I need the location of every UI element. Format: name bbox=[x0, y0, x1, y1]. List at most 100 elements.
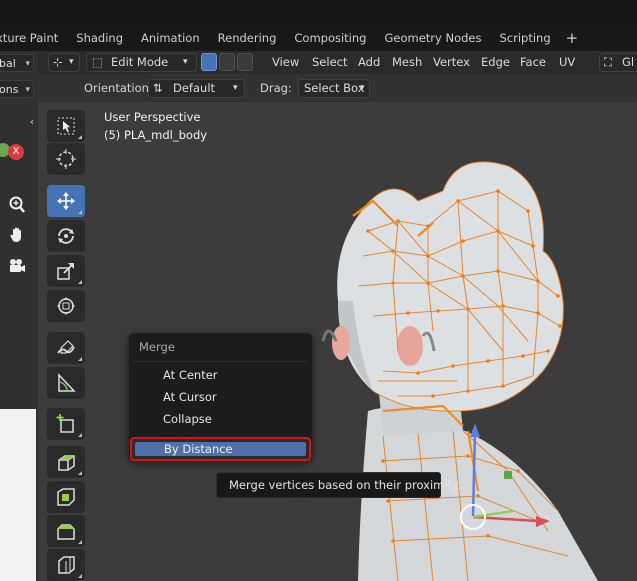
tool-extrude[interactable] bbox=[47, 446, 85, 478]
tooltip: Merge vertices based on their proximity. bbox=[216, 472, 461, 498]
menu-select[interactable]: Select bbox=[312, 54, 347, 71]
menu-item-at-cursor[interactable]: At Cursor bbox=[163, 387, 217, 407]
drag-label: Drag: bbox=[260, 81, 292, 95]
chevron-down-icon: ▾ bbox=[233, 83, 238, 93]
axis-x-gizmo-icon[interactable]: X bbox=[8, 144, 24, 160]
measure-icon bbox=[58, 373, 76, 392]
tool-bevel[interactable] bbox=[47, 515, 85, 547]
tab-rendering[interactable]: Rendering bbox=[209, 28, 286, 48]
menu-add[interactable]: Add bbox=[358, 54, 380, 71]
tool-annotate[interactable] bbox=[47, 332, 85, 364]
tool-move[interactable] bbox=[47, 185, 85, 217]
tool-transform[interactable] bbox=[47, 290, 85, 322]
annotate-icon bbox=[57, 340, 75, 354]
orientation-dropdown[interactable]: ⇅ Default ▾ bbox=[148, 79, 245, 98]
tool-options-corner bbox=[78, 471, 82, 475]
object-name-label: (5) PLA_mdl_body bbox=[104, 128, 208, 142]
mode-dropdown[interactable]: ⬚ Edit Mode ▾ bbox=[86, 53, 197, 72]
left-dropdown-2[interactable]: ons ▾ bbox=[0, 80, 34, 98]
tool-options-corner bbox=[78, 135, 82, 139]
tool-options-corner bbox=[78, 433, 82, 437]
tool-options-corner bbox=[78, 357, 82, 361]
left-dropdown-2-value: ons bbox=[0, 83, 19, 96]
tool-loop-cut[interactable] bbox=[47, 549, 85, 581]
tool-measure[interactable] bbox=[47, 367, 85, 399]
chevron-down-icon: ▾ bbox=[25, 85, 30, 95]
select-box-icon bbox=[57, 117, 75, 135]
mode-label: Edit Mode bbox=[111, 55, 169, 69]
tab-geometry-nodes[interactable]: Geometry Nodes bbox=[375, 28, 490, 48]
global-icon: ⛶ bbox=[604, 55, 613, 69]
bevel-icon bbox=[57, 524, 75, 540]
tool-settings-header: Orientation: ⇅ Default ▾ Drag: Select Bo… bbox=[38, 74, 637, 102]
left-dropdown-1[interactable]: bal ▾ bbox=[0, 54, 34, 72]
menu-divider bbox=[133, 361, 308, 362]
tool-options-corner bbox=[78, 210, 82, 214]
orientation-icon: ⇅ bbox=[153, 81, 163, 95]
menu-item-by-distance[interactable]: By Distance bbox=[130, 437, 311, 461]
tool-inset[interactable] bbox=[47, 481, 85, 513]
menu-vertex[interactable]: Vertex bbox=[433, 54, 470, 71]
chevron-down-icon: ▾ bbox=[183, 57, 188, 67]
menu-edge[interactable]: Edge bbox=[481, 54, 510, 71]
drag-dropdown[interactable]: Select Box ▾ bbox=[298, 79, 370, 98]
move-icon bbox=[57, 192, 75, 210]
editor-type-button[interactable]: ⊹ ▾ bbox=[48, 53, 80, 72]
menu-uv[interactable]: UV bbox=[559, 54, 575, 71]
merge-menu-title: Merge bbox=[139, 340, 175, 354]
viewport-header: ⊹ ▾ ⬚ Edit Mode ▾ View Select Add Mesh V… bbox=[38, 51, 637, 74]
left-editor-panel: bal ▾ ons ▾ ‹ X bbox=[0, 51, 38, 581]
chevron-down-icon: ▾ bbox=[360, 83, 365, 93]
transform-orientation-button[interactable]: ⛶ Gl bbox=[599, 53, 637, 72]
tool-add-cube[interactable] bbox=[47, 408, 85, 440]
zoom-icon[interactable] bbox=[6, 194, 28, 216]
collapse-arrow-icon[interactable]: ‹ bbox=[30, 117, 34, 128]
left-dropdown-1-value: bal bbox=[0, 57, 16, 70]
chevron-down-icon: ▾ bbox=[25, 59, 30, 69]
tab-animation[interactable]: Animation bbox=[132, 28, 209, 48]
menu-item-collapse[interactable]: Collapse bbox=[163, 409, 212, 429]
tool-options-corner bbox=[78, 540, 82, 544]
tab-scripting[interactable]: Scripting bbox=[490, 28, 559, 48]
tool-select-box[interactable] bbox=[47, 110, 85, 142]
edge-select-mode-icon[interactable] bbox=[219, 53, 235, 71]
pan-hand-icon[interactable] bbox=[6, 224, 28, 246]
title-strip bbox=[0, 0, 637, 22]
view-perspective-label: User Perspective bbox=[104, 110, 201, 124]
face-select-mode-icon[interactable] bbox=[237, 53, 253, 71]
workspace-tabs: xture Paint Shading Animation Rendering … bbox=[0, 28, 584, 48]
add-workspace-icon[interactable]: + bbox=[560, 29, 585, 47]
vertex-select-mode-icon[interactable] bbox=[201, 53, 217, 71]
loop-cut-icon bbox=[58, 556, 75, 574]
workspace-tab-bar: xture Paint Shading Animation Rendering … bbox=[0, 0, 637, 51]
menu-mesh[interactable]: Mesh bbox=[392, 54, 422, 71]
edit-mode-icon: ⬚ bbox=[92, 55, 103, 69]
tab-shading[interactable]: Shading bbox=[67, 28, 132, 48]
extrude-icon bbox=[58, 455, 75, 471]
axis-icon: ⊹ bbox=[53, 55, 63, 69]
chevron-down-icon: ▾ bbox=[69, 57, 74, 67]
menu-item-by-distance-label: By Distance bbox=[164, 442, 233, 456]
inset-icon bbox=[57, 488, 75, 506]
rotate-icon bbox=[58, 228, 74, 244]
tool-scale[interactable] bbox=[47, 255, 85, 287]
add-cube-icon bbox=[56, 414, 74, 433]
tab-texture-paint[interactable]: xture Paint bbox=[0, 28, 67, 48]
menu-view[interactable]: View bbox=[272, 54, 299, 71]
tool-rotate[interactable] bbox=[47, 220, 85, 252]
tab-compositing[interactable]: Compositing bbox=[285, 28, 375, 48]
orientation-value: Default bbox=[173, 81, 216, 95]
menu-item-at-center[interactable]: At Center bbox=[163, 365, 218, 385]
transform-icon bbox=[57, 297, 75, 315]
camera-icon[interactable] bbox=[6, 255, 28, 277]
tool-options-corner bbox=[78, 574, 82, 578]
tool-options-corner bbox=[78, 280, 82, 284]
transform-orientation-label: Gl bbox=[622, 55, 635, 69]
orientation-label: Orientation: bbox=[84, 81, 153, 95]
tool-cursor[interactable] bbox=[47, 143, 85, 175]
cursor-icon bbox=[56, 149, 76, 169]
left-panel-canvas bbox=[0, 409, 36, 581]
drag-value: Select Box bbox=[304, 81, 365, 95]
menu-face[interactable]: Face bbox=[520, 54, 546, 71]
scale-icon bbox=[57, 263, 74, 280]
